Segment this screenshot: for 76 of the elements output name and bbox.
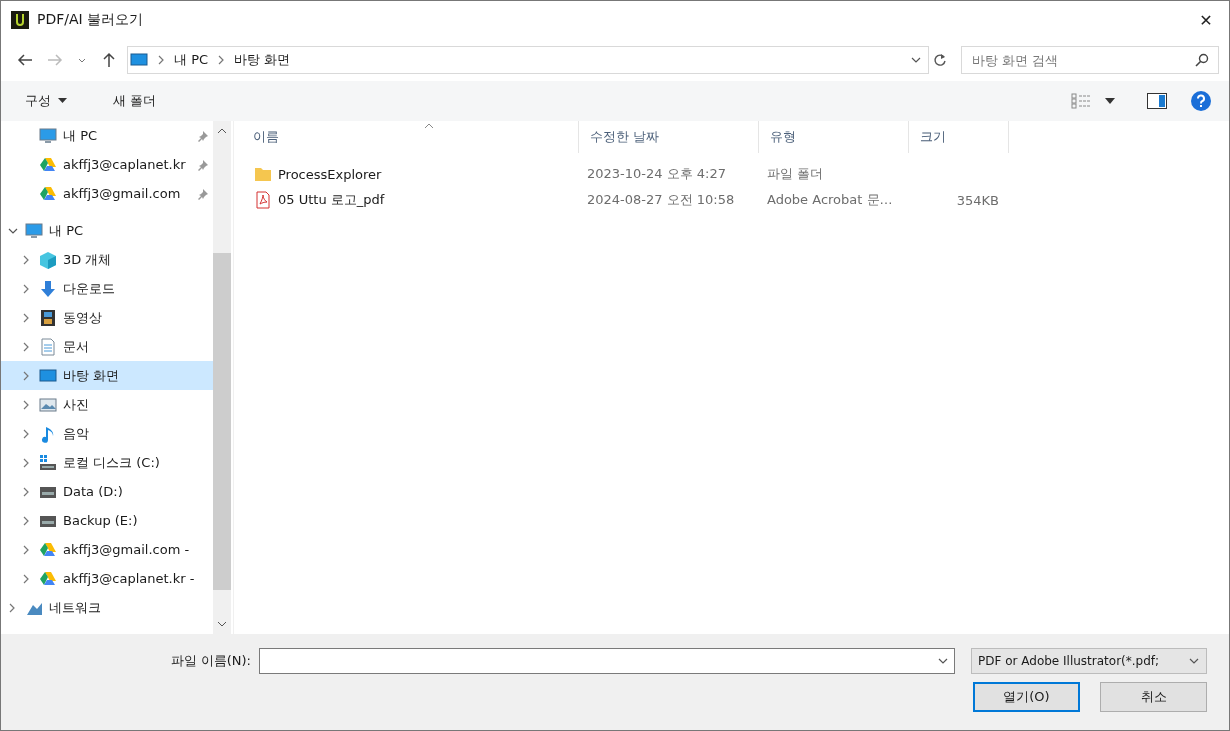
column-header[interactable]: 크기 [909,121,1009,153]
column-header[interactable]: 수정한 날짜 [579,121,759,153]
preview-pane-icon[interactable] [1147,93,1167,109]
triangle-logo-icon [39,540,57,559]
address-bar[interactable]: 내 PC 바탕 화면 [127,46,929,74]
table-cell: Adobe Acrobat 문… [767,191,893,209]
triangle-logo-icon [39,155,57,174]
tree-item[interactable]: 바탕 화면 [1,361,213,390]
organize-button[interactable]: 구성 [15,88,77,114]
cancel-button[interactable]: 취소 [1100,682,1207,712]
monitor-icon [39,126,57,145]
monitor-icon [25,221,43,240]
tree-item[interactable]: Data (D:) [1,477,213,506]
sort-caret-icon [423,123,434,129]
table-cell: 2024-08-27 오전 10:58 [587,191,735,209]
drive-icon [39,453,57,472]
tree-item[interactable]: 네트워크 [1,593,213,622]
column-header[interactable]: 이름 [242,121,579,153]
search-field[interactable]: 바탕 화면 검색 [961,46,1219,74]
monitor-icon [130,51,148,69]
breadcrumb[interactable]: 바탕 화면 [234,51,291,69]
back-arrow-icon[interactable] [17,52,33,68]
table-cell: 2023-10-24 오후 4:27 [587,165,726,183]
cube-icon [39,250,57,269]
file-type-dropdown[interactable]: PDF or Adobe Illustrator(*.pdf; [971,648,1207,674]
table-cell: 파일 폴더 [767,165,824,183]
window-title: PDF/AI 불러오기 [37,11,144,29]
pin-icon [197,187,209,200]
file-name[interactable]: ProcessExplorer [278,166,382,182]
tree-item[interactable]: 다운로드 [1,274,213,303]
nav-item[interactable]: 내 PC [1,121,213,150]
up-arrow-icon[interactable] [101,52,117,68]
caret-down-icon [58,98,67,104]
nav-item[interactable]: akffj3@caplanet.kr [1,150,213,179]
search-icon [1195,53,1209,67]
tree-item[interactable]: Backup (E:) [1,506,213,535]
scroll-up-icon [217,127,227,135]
tree-item[interactable]: 문서 [1,332,213,361]
tree-item[interactable]: 사진 [1,390,213,419]
open-button[interactable]: 열기(O) [973,682,1080,712]
app-logo-icon [11,11,29,29]
tree-item[interactable]: 로컬 디스크 (C:) [1,448,213,477]
triangle-logo-icon [39,184,57,203]
picture-icon [39,395,57,414]
folder-icon [254,165,272,183]
help-icon[interactable] [1191,91,1211,111]
monitor-icon [39,366,57,385]
scrollbar[interactable] [213,121,231,634]
filename-label: 파일 이름(N): [170,652,251,670]
pin-icon [197,158,209,171]
file-name[interactable]: 05 Uttu 로고_pdf [278,191,385,209]
breadcrumb[interactable]: 내 PC [174,51,209,69]
pin-icon [197,129,209,142]
scroll-down-icon [217,620,227,628]
caret-down-icon[interactable] [1105,98,1115,104]
close-button[interactable]: ✕ [1183,1,1229,39]
document-icon [39,337,57,356]
scroll-thumb[interactable] [213,253,231,590]
tree-item[interactable]: 3D 개체 [1,245,213,274]
tree-item[interactable]: 동영상 [1,303,213,332]
down-arrow-icon [39,279,57,298]
table-cell: 354KB [956,192,999,208]
chevron-right-icon [156,54,166,66]
film-icon [39,308,57,327]
nav-item[interactable]: akffj3@gmail.com [1,179,213,208]
tree-item[interactable]: akffj3@caplanet.kr - [1,564,213,593]
refresh-icon[interactable] [933,53,947,67]
view-options-icon[interactable] [1071,93,1093,109]
column-header[interactable]: 유형 [759,121,909,153]
pdf-file-icon [254,191,272,209]
new-folder-button[interactable]: 새 폴더 [103,88,167,114]
filename-field[interactable] [259,648,955,674]
tree-item[interactable]: 음악 [1,419,213,448]
tree-item[interactable]: akffj3@gmail.com - [1,535,213,564]
triangle-logo-icon [39,569,57,588]
tree-item[interactable]: 내 PC [1,216,213,245]
